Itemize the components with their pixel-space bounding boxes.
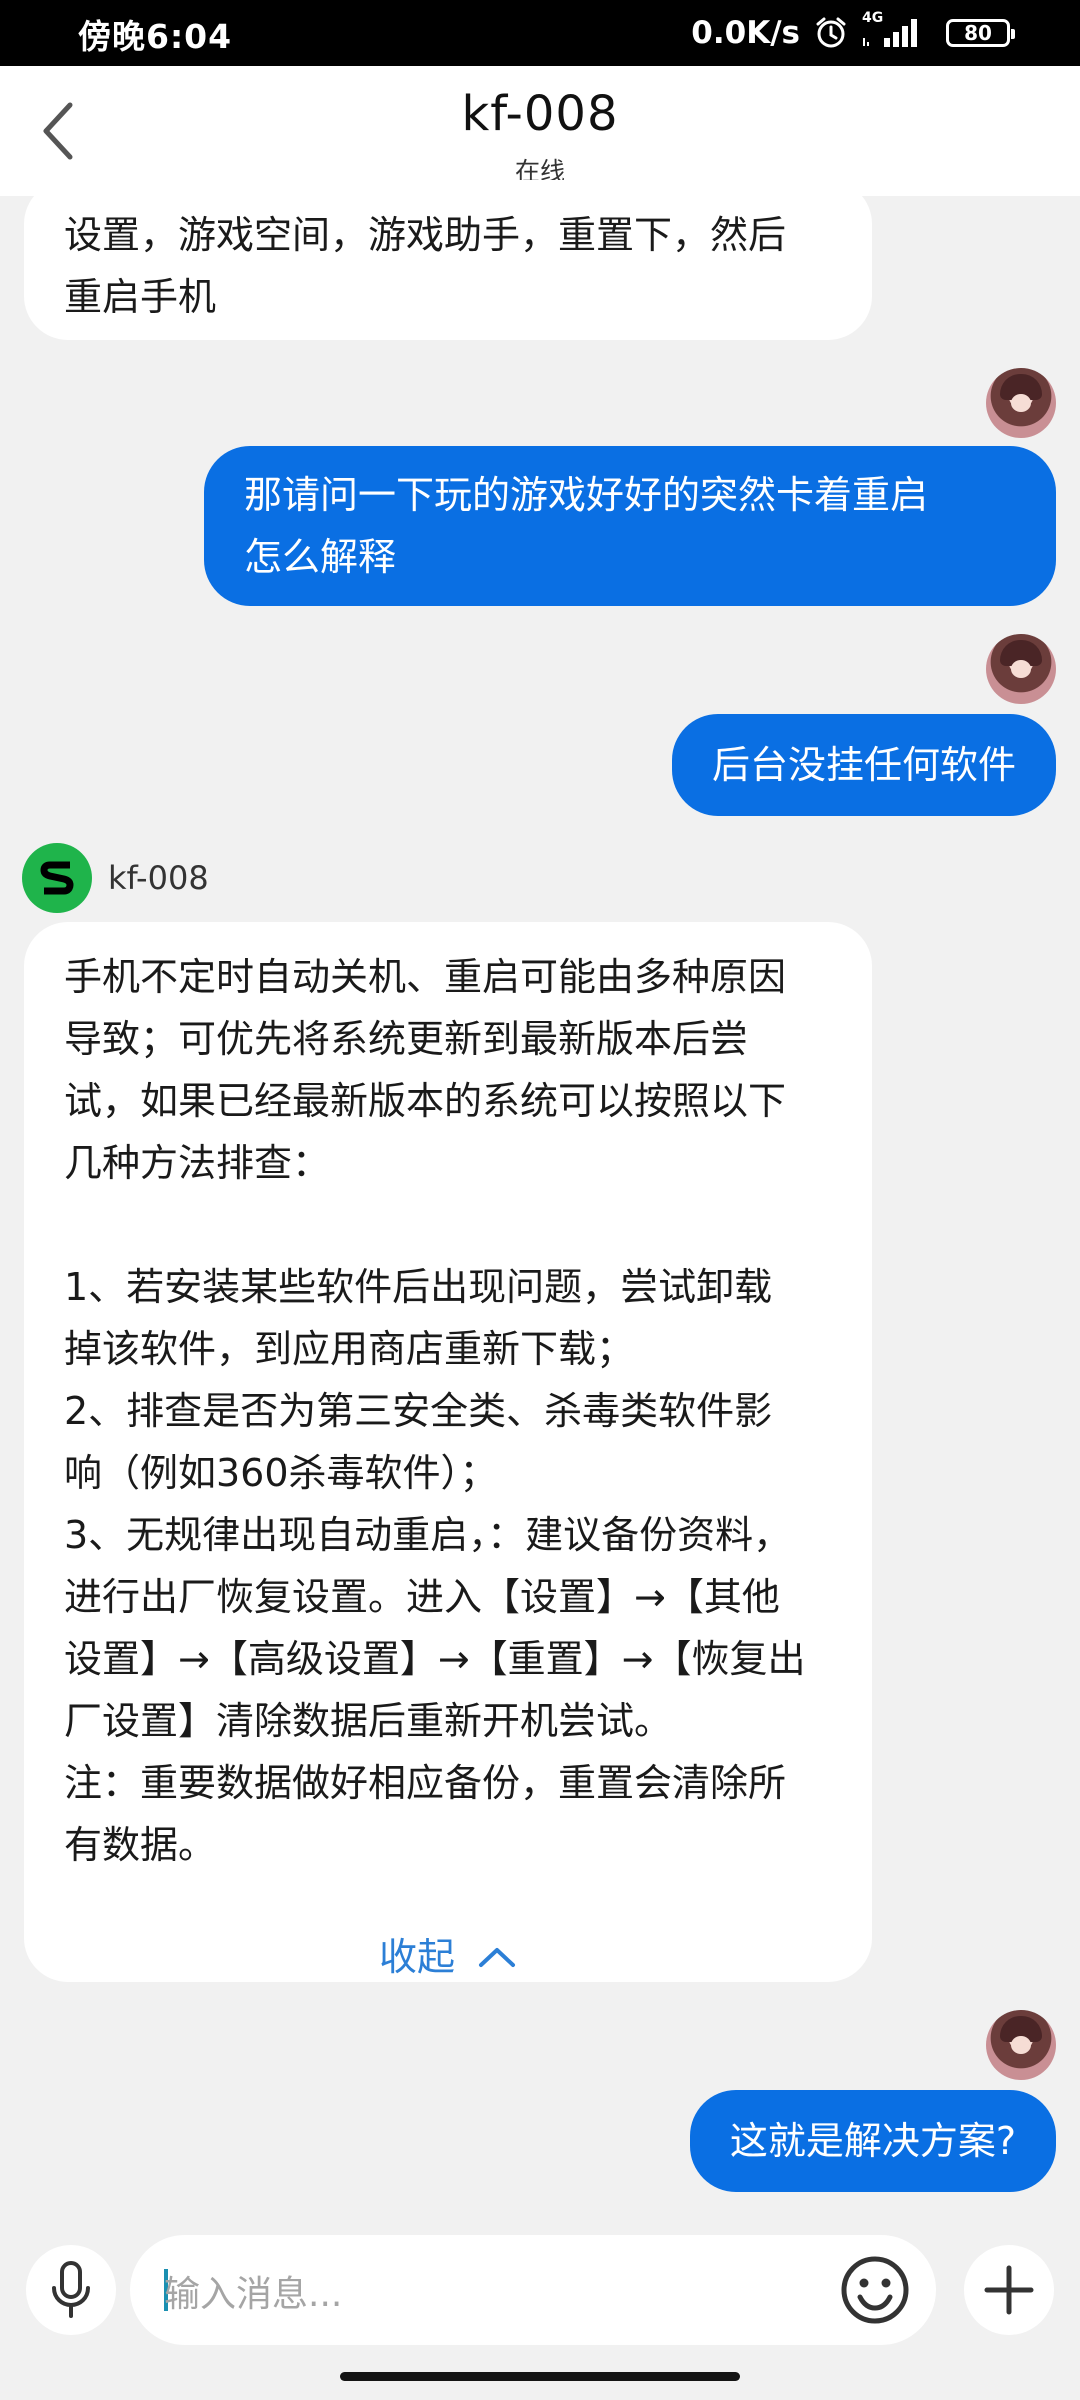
network-speed: 0.0K/s: [691, 15, 800, 51]
message-line: 后台没挂任何软件: [711, 743, 1016, 787]
microphone-icon: [52, 2261, 90, 2318]
message-line: 进行出厂恢复设置。进入【设置】→【其他: [64, 1575, 780, 1619]
message-line: 试，如果已经最新版本的系统可以按照以下: [64, 1079, 787, 1123]
add-attachment-button[interactable]: [964, 2245, 1054, 2335]
message-line: [64, 1194, 832, 1256]
agent-name: kf-008: [108, 859, 209, 897]
message-line: 设置，游戏空间，游戏助手，重置下，然后: [64, 213, 787, 257]
chat-header: kf-008 在线: [0, 66, 1080, 196]
home-indicator[interactable]: [340, 2372, 740, 2381]
user-avatar[interactable]: [986, 368, 1056, 438]
message-line: 导致；可优先将系统更新到最新版本后尝: [64, 1017, 749, 1061]
user-message-bubble: 这就是解决方案?: [689, 2090, 1056, 2192]
signal-icon: 4G: [860, 10, 924, 50]
message-line: 1、若安装某些软件后出现问题，尝试卸载: [64, 1265, 773, 1309]
message-line: 设置】→【高级设置】→【重置】→【恢复出: [64, 1637, 806, 1681]
user-avatar[interactable]: [986, 2010, 1056, 2080]
message-line: 那请问一下玩的游戏好好的突然卡着重启: [244, 473, 929, 517]
collapse-button[interactable]: 收起: [24, 1922, 872, 1992]
user-message-bubble: 后台没挂任何软件: [671, 714, 1056, 816]
user-avatar[interactable]: [986, 634, 1056, 704]
agent-avatar[interactable]: [22, 843, 92, 913]
page-title: kf-008: [461, 86, 619, 142]
emoji-icon[interactable]: [838, 2253, 912, 2327]
collapse-label: 收起: [378, 1935, 455, 1979]
message-input[interactable]: 输入消息...: [130, 2235, 936, 2345]
message-line: 怎么解释: [244, 535, 397, 579]
alarm-icon: [814, 16, 848, 50]
message-line: 重启手机: [64, 275, 217, 319]
network-type: 4G: [862, 10, 884, 26]
status-time: 傍晚6:04: [78, 17, 233, 56]
agent-message-bubble: 设置，游戏空间，游戏助手，重置下，然后 重启手机: [24, 180, 872, 340]
input-bar: 输入消息...: [0, 2220, 1080, 2360]
battery-level: 80: [964, 21, 992, 45]
message-line: 3、无规律出现自动重启，：建议备份资料，: [64, 1513, 792, 1557]
message-line: 掉该软件，到应用商店重新下载；: [64, 1327, 635, 1371]
chevron-up-icon: [479, 1948, 515, 1967]
message-line: 这就是解决方案?: [729, 2119, 1016, 2163]
agent-message-bubble: 手机不定时自动关机、重启可能由多种原因 导致；可优先将系统更新到最新版本后尝 试…: [24, 922, 872, 1982]
voice-input-button[interactable]: [26, 2245, 116, 2335]
message-line: 厂设置】清除数据后重新开机尝试。: [64, 1699, 673, 1743]
message-line: 响（例如360杀毒软件）；: [64, 1451, 498, 1495]
message-line: 注：重要数据做好相应备份，重置会清除所: [64, 1761, 787, 1805]
message-line: 2、排查是否为第三安全类、杀毒类软件影: [64, 1389, 773, 1433]
plus-icon: [984, 2265, 1034, 2315]
status-indicators: 0.0K/s 4G 80: [691, 10, 1015, 56]
message-line: 几种方法排查：: [64, 1141, 331, 1185]
battery-icon: 80: [946, 19, 1015, 47]
message-line: 手机不定时自动关机、重启可能由多种原因: [64, 955, 787, 999]
message-line: 有数据。: [64, 1823, 217, 1867]
message-placeholder: 输入消息...: [164, 2274, 343, 2315]
status-bar: 傍晚6:04 0.0K/s 4G 80: [0, 0, 1080, 66]
agent-sender-row: kf-008: [22, 842, 209, 914]
agent-logo-icon: [40, 861, 74, 895]
user-message-bubble: 那请问一下玩的游戏好好的突然卡着重启 怎么解释: [204, 446, 1056, 606]
